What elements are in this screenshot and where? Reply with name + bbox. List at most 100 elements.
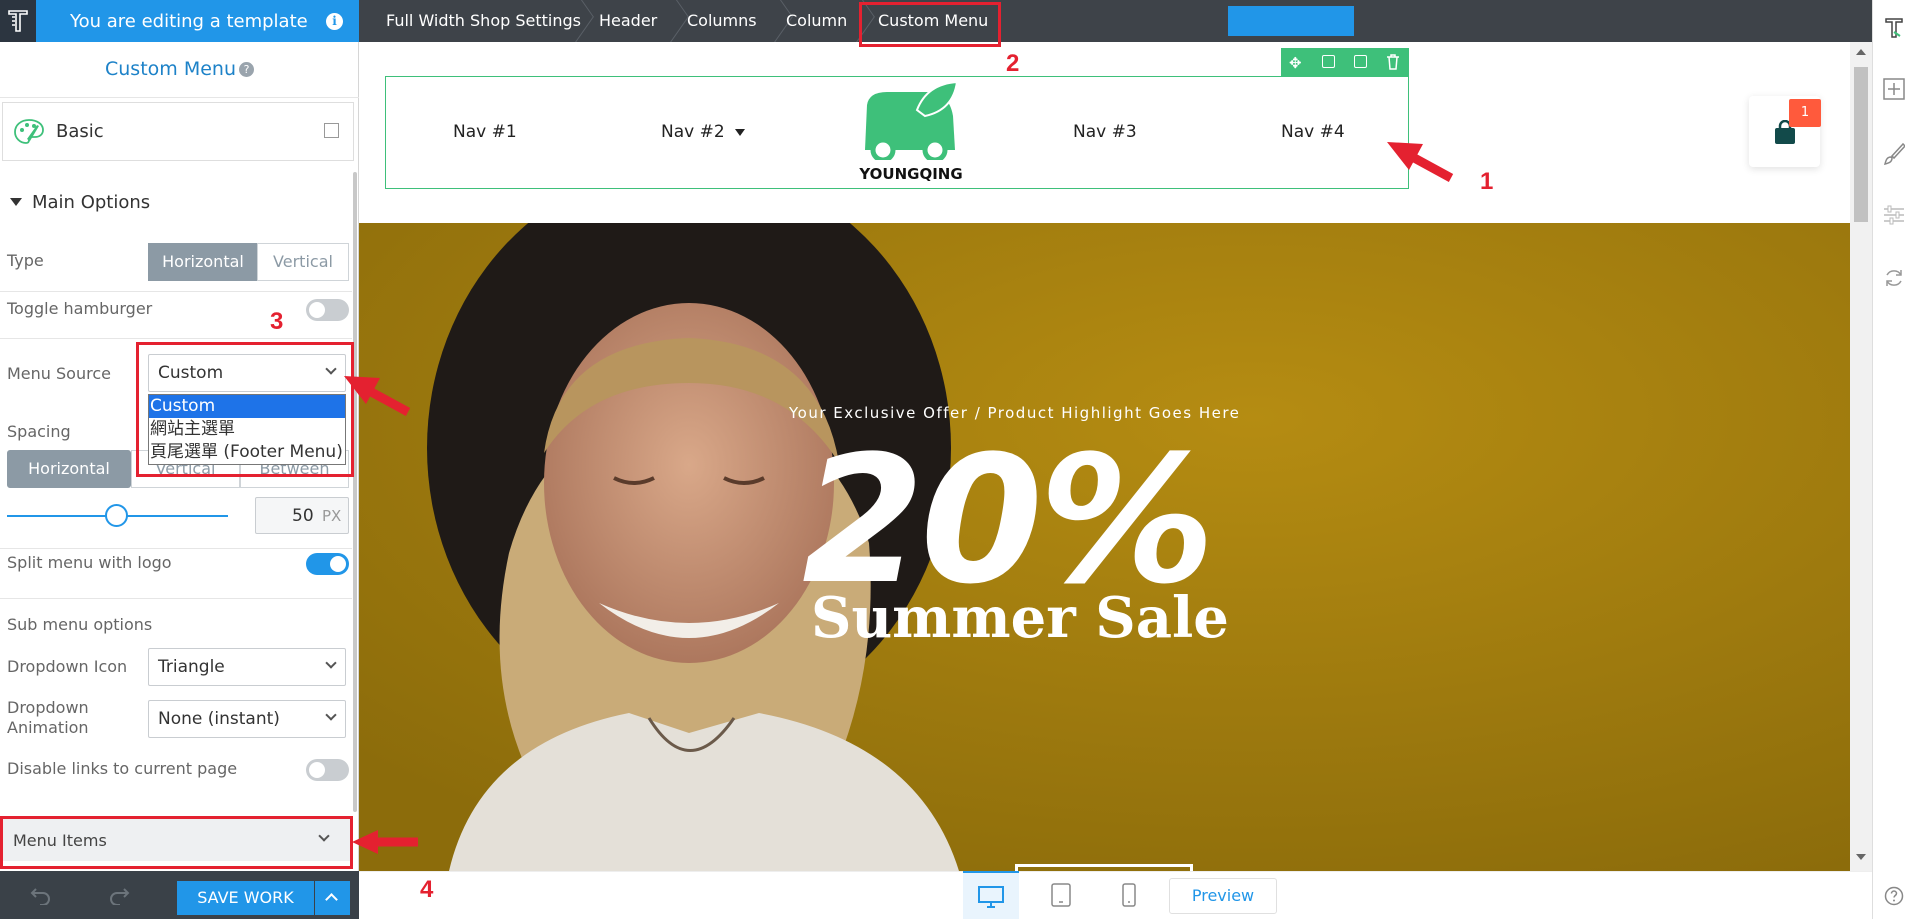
divider bbox=[0, 338, 352, 339]
breadcrumb-item-column[interactable]: Column bbox=[786, 0, 847, 42]
scroll-up-icon[interactable] bbox=[1856, 49, 1866, 55]
spacing-value: 50 bbox=[292, 506, 314, 526]
dropdown-icon-label: Dropdown Icon bbox=[7, 657, 128, 676]
nav-item-1[interactable]: Nav #1 bbox=[453, 122, 517, 142]
hero-button-outline[interactable] bbox=[1015, 864, 1193, 871]
annotation-number-4: 4 bbox=[420, 876, 434, 903]
chevron-down-icon bbox=[325, 657, 337, 669]
editing-banner-text: You are editing a template bbox=[70, 11, 308, 32]
tablet-view-button[interactable] bbox=[1032, 871, 1088, 919]
info-icon[interactable]: i bbox=[326, 13, 343, 30]
sliders-icon[interactable] bbox=[1883, 204, 1905, 226]
hero-headline: Summer Sale bbox=[811, 585, 1229, 651]
menu-source-label: Menu Source bbox=[7, 364, 111, 383]
divider bbox=[0, 598, 352, 599]
mobile-view-button[interactable] bbox=[1101, 871, 1157, 919]
nav-item-3[interactable]: Nav #3 bbox=[1073, 122, 1137, 142]
desktop-view-button[interactable] bbox=[963, 871, 1019, 919]
breadcrumb-item-full-width-shop-settings[interactable]: Full Width Shop Settings bbox=[386, 0, 581, 42]
save-work-button[interactable]: SAVE WORK bbox=[177, 881, 314, 915]
nav-item-4[interactable]: Nav #4 bbox=[1281, 122, 1345, 142]
right-toolbar bbox=[1872, 0, 1912, 919]
breadcrumb-item-header[interactable]: Header bbox=[599, 0, 657, 42]
canvas-scrollbar[interactable] bbox=[1850, 42, 1872, 871]
palette-icon bbox=[14, 119, 44, 144]
annotation-arrow-1 bbox=[1387, 142, 1454, 182]
dropdown-animation-label-line2: Animation bbox=[7, 718, 89, 737]
save-element-icon[interactable] bbox=[1322, 55, 1335, 68]
annotation-arrow-4 bbox=[352, 830, 418, 854]
disable-links-switch[interactable] bbox=[306, 759, 349, 781]
spacing-label: Spacing bbox=[7, 422, 71, 441]
panel-scrollbar[interactable] bbox=[353, 172, 357, 812]
preview-button[interactable]: Preview bbox=[1169, 878, 1277, 914]
spacing-slider-thumb[interactable] bbox=[105, 504, 128, 527]
toggle-hamburger-switch[interactable] bbox=[306, 299, 349, 321]
dropdown-animation-value: None (instant) bbox=[158, 709, 280, 729]
dropdown-icon-value: Triangle bbox=[158, 657, 225, 677]
help-icon[interactable]: ? bbox=[239, 62, 254, 77]
element-toolbar: ✥ bbox=[1281, 48, 1409, 76]
annotation-number-2: 2 bbox=[1006, 50, 1020, 77]
spacing-unit: PX bbox=[322, 507, 342, 525]
basic-section[interactable]: Basic bbox=[2, 102, 354, 161]
annotation-number-1: 1 bbox=[1480, 168, 1494, 195]
annotation-arrow-3 bbox=[344, 376, 411, 416]
chevron-down-icon bbox=[325, 709, 337, 721]
divider bbox=[0, 291, 352, 292]
cart-count-badge: 1 bbox=[1789, 99, 1821, 127]
type-horizontal-button[interactable]: Horizontal bbox=[148, 243, 258, 281]
split-menu-label: Split menu with logo bbox=[7, 553, 172, 572]
main-options-label: Main Options bbox=[32, 192, 151, 213]
tablet-icon bbox=[1051, 883, 1071, 907]
hero-banner: Your Exclusive Offer / Product Highlight… bbox=[359, 223, 1850, 871]
nav-item-2[interactable]: Nav #2 bbox=[661, 122, 725, 142]
type-label: Type bbox=[7, 251, 44, 270]
brush-icon[interactable] bbox=[1883, 142, 1905, 166]
chevron-up-icon bbox=[325, 893, 338, 906]
spacing-number-input[interactable]: 50 PX bbox=[255, 497, 349, 534]
breadcrumb: Full Width Shop Settings Header Columns … bbox=[359, 0, 1872, 46]
split-menu-switch[interactable] bbox=[306, 553, 349, 575]
help-icon[interactable] bbox=[1884, 886, 1904, 906]
refresh-icon[interactable] bbox=[1883, 267, 1905, 289]
scroll-down-icon[interactable] bbox=[1856, 854, 1866, 860]
editing-banner: You are editing a template i bbox=[0, 0, 359, 42]
trash-icon[interactable] bbox=[1386, 54, 1400, 70]
add-element-icon[interactable] bbox=[1883, 78, 1905, 100]
spacing-horizontal-tab[interactable]: Horizontal bbox=[7, 450, 131, 488]
basic-section-label: Basic bbox=[56, 121, 104, 142]
caret-down-icon bbox=[10, 198, 22, 206]
panel-header: Custom Menu? bbox=[0, 42, 359, 98]
move-icon[interactable]: ✥ bbox=[1289, 54, 1302, 72]
undo-icon[interactable] bbox=[30, 885, 52, 905]
breadcrumb-item-columns[interactable]: Columns bbox=[687, 0, 757, 42]
duplicate-icon[interactable] bbox=[1354, 55, 1367, 68]
annotation-number-3: 3 bbox=[270, 308, 284, 335]
logo-text: YOUNGQING bbox=[859, 165, 963, 183]
triangle-dropdown-icon bbox=[735, 129, 745, 136]
youngqing-logo-icon[interactable] bbox=[857, 80, 963, 160]
dropdown-animation-select[interactable]: None (instant) bbox=[148, 700, 346, 738]
canvas-scrollbar-thumb[interactable] bbox=[1854, 67, 1868, 222]
dropdown-animation-label-line1: Dropdown bbox=[7, 698, 89, 717]
external-link-icon[interactable] bbox=[324, 123, 339, 138]
dropdown-icon-select[interactable]: Triangle bbox=[148, 648, 346, 686]
save-options-button[interactable] bbox=[315, 881, 350, 915]
divider bbox=[0, 548, 352, 549]
annotation-box-menu-items bbox=[0, 816, 353, 869]
template-logo-icon[interactable] bbox=[1884, 16, 1904, 40]
disable-links-label: Disable links to current page bbox=[7, 759, 238, 778]
annotation-box-breadcrumb bbox=[859, 2, 1001, 47]
type-vertical-button[interactable]: Vertical bbox=[257, 243, 349, 281]
sub-menu-options-label: Sub menu options bbox=[7, 615, 153, 634]
main-options-header[interactable]: Main Options bbox=[0, 168, 352, 237]
toggle-hamburger-label: Toggle hamburger bbox=[7, 299, 153, 318]
redo-icon[interactable] bbox=[108, 885, 130, 905]
breadcrumb-active-bg bbox=[1228, 6, 1354, 36]
annotation-box-menu-source bbox=[136, 342, 354, 477]
breadcrumb-separator bbox=[655, 0, 689, 46]
panel-title: Custom Menu bbox=[105, 58, 236, 80]
app-logo-icon[interactable] bbox=[0, 0, 36, 42]
desktop-icon bbox=[978, 886, 1004, 908]
